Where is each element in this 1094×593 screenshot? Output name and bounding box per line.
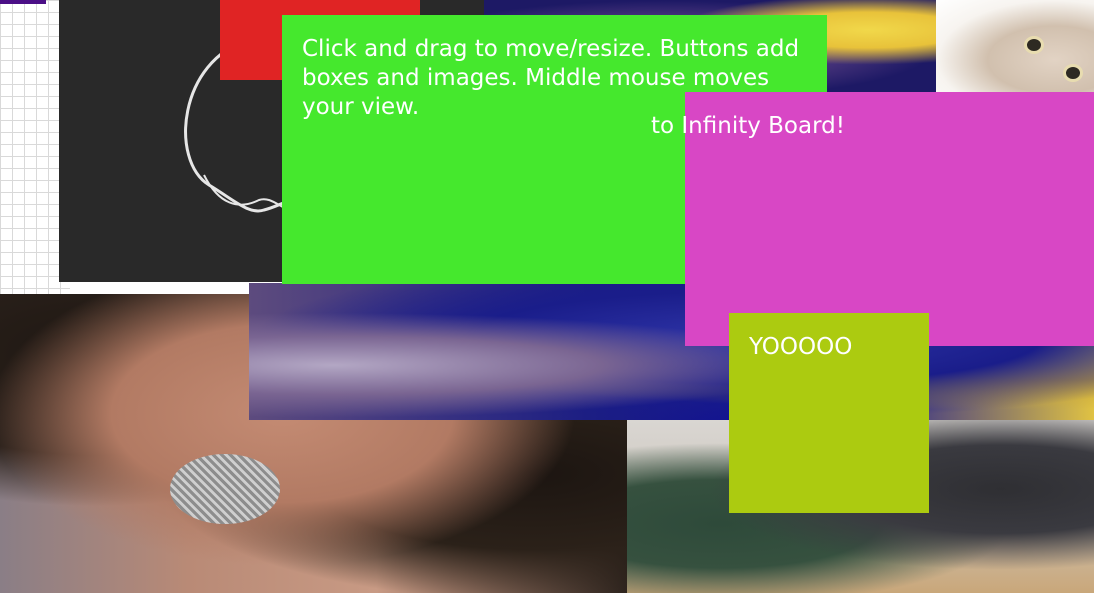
yo-text: YOOOOO — [749, 334, 853, 360]
infinity-board-canvas[interactable]: Click and drag to move/resize. Buttons a… — [0, 0, 1094, 593]
purple-box[interactable] — [0, 0, 46, 4]
welcome-box[interactable]: to Infinity Board! — [651, 92, 1094, 346]
creature-photo-image[interactable] — [936, 0, 1094, 92]
welcome-text: to Infinity Board! — [651, 113, 845, 139]
microphone-icon — [170, 454, 280, 524]
yo-box[interactable]: YOOOOO — [729, 313, 929, 513]
creature-eye-icon — [1024, 36, 1044, 54]
creature-eye-icon — [1063, 64, 1083, 82]
